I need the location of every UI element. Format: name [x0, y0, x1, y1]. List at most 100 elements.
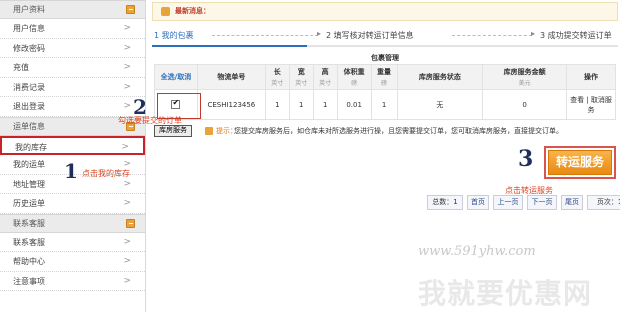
transfer-button-highlight: 转运服务: [544, 146, 616, 179]
sidebar-item-spending-records[interactable]: 消费记录 >: [0, 78, 145, 97]
collapse-icon[interactable]: [126, 218, 135, 228]
pagination: 总数：1 首页 上一页 下一页 尾页 页次：1/1: [427, 195, 620, 212]
sidebar-item-help[interactable]: 帮助中心 >: [0, 252, 145, 272]
watermark-logo: 我就要优惠网: [418, 277, 593, 310]
collapse-icon[interactable]: [126, 5, 135, 14]
chevron-right-icon: >: [123, 62, 131, 72]
sidebar-section-title: 联系客服: [13, 218, 45, 228]
col-header-ops: 操作: [566, 64, 616, 90]
annotation-transfer-text: 点击转运服务: [505, 186, 553, 195]
sidebar-section-title: 用户资料: [13, 5, 45, 14]
sidebar-item-label: 我的库存: [15, 142, 47, 152]
view-link[interactable]: 查看: [570, 96, 584, 104]
pager-next[interactable]: 下一页: [527, 195, 557, 210]
cancel-service-link[interactable]: 取消服务: [588, 96, 612, 114]
hint-icon: [205, 127, 213, 135]
chevron-right-icon: >: [123, 81, 131, 92]
annotation-step-1: 1: [64, 159, 78, 183]
chevron-right-icon: >: [123, 275, 131, 286]
progress-steps: 1 我的包裹 ▸ 2 填写核对转运订单信息 ▸ 3 成功提交转运订单: [152, 29, 618, 44]
step-progress-fill: [152, 45, 307, 47]
sidebar-item-label: 联系客服: [13, 237, 45, 247]
hint-text: 您提交库房服务后，如仓库未对所选服务进行操，且您需要提交订单，您可取消库房服务，…: [234, 127, 563, 135]
sidebar-section-support: 联系客服: [0, 213, 145, 233]
chevron-right-icon: >: [123, 23, 131, 33]
sidebar-item-label: 我的运单: [13, 160, 45, 169]
cell-width: 1: [288, 89, 314, 120]
arrow-right-icon: ▸: [317, 29, 322, 38]
step-2: 2 填写核对转运订单信息: [326, 31, 414, 40]
sidebar-item-logout[interactable]: 退出登录 >: [0, 97, 145, 117]
sidebar-item-label: 用户信息: [13, 24, 45, 33]
col-header-label: 高: [321, 68, 329, 76]
step-3: 3 成功提交转运订单: [540, 31, 612, 40]
select-all-toggle[interactable]: 全选/取消: [154, 64, 198, 90]
sidebar-item-user-info[interactable]: 用户信息 >: [0, 19, 145, 39]
col-header-unit: 英寸: [319, 80, 332, 87]
chevron-right-icon: >: [121, 141, 129, 152]
col-header-label: 库房服务金额: [503, 68, 546, 76]
warehouse-service-button[interactable]: 库房服务: [154, 125, 192, 137]
table-row: CESHI123456 1 1 1 0.01 1 无 0 查看 | 取消服务: [154, 89, 616, 120]
chevron-right-icon: >: [123, 198, 131, 208]
col-header-service-status: 库房服务状态: [396, 64, 484, 90]
sidebar-item-label: 帮助中心: [13, 257, 45, 266]
sidebar-item-history[interactable]: 历史运单 >: [0, 194, 145, 214]
sidebar-section-user: 用户资料: [0, 0, 145, 19]
col-header-length: 长英寸: [264, 64, 290, 90]
col-header-unit: 磅: [351, 80, 358, 87]
package-table: 全选/取消 物流单号 长英寸 宽英寸 高英寸 体积重磅 重量磅 库房服务状态 库…: [154, 64, 616, 120]
table-header-row: 全选/取消 物流单号 长英寸 宽英寸 高英寸 体积重磅 重量磅 库房服务状态 库…: [154, 64, 616, 90]
col-header-label: 长: [273, 68, 281, 76]
notice-icon: [161, 7, 170, 16]
notice-bar: 最新消息：: [152, 2, 618, 21]
pager-pages: 页次：1/1: [587, 195, 620, 210]
step-1: 1 我的包裹: [154, 31, 194, 40]
col-header-tracking: 物流单号: [196, 64, 266, 90]
pager-total: 总数：1: [427, 195, 463, 210]
step-divider: [452, 35, 532, 36]
pager-prev[interactable]: 上一页: [493, 195, 523, 210]
table-title: 包裹管理: [371, 54, 399, 62]
chevron-right-icon: >: [123, 101, 131, 111]
sidebar: 用户资料 用户信息 > 修改密码 > 充值 > 消费记录 > 退出登录 > 运单信息 我的…: [0, 0, 146, 312]
sidebar-item-change-password[interactable]: 修改密码 >: [0, 39, 145, 58]
cell-length: 1: [264, 89, 290, 120]
pager-last[interactable]: 尾页: [561, 195, 583, 210]
sidebar-item-contact[interactable]: 联系客服 >: [0, 233, 145, 252]
cell-height: 1: [312, 89, 338, 120]
sidebar-item-label: 退出登录: [13, 102, 45, 111]
cell-weight: 1: [370, 89, 398, 120]
annotation-step-3: 3: [518, 146, 534, 172]
col-header-volume: 体积重磅: [336, 64, 372, 90]
sidebar-item-recharge[interactable]: 充值 >: [0, 58, 145, 78]
cell-ops: 查看 | 取消服务: [566, 89, 616, 120]
hint-row: 库房服务 提示： 您提交库房服务后，如仓库未对所选服务进行操，且您需要提交订单，…: [154, 124, 616, 138]
cell-service-fee: 0: [482, 89, 568, 120]
transfer-service-button[interactable]: 转运服务: [548, 150, 612, 175]
sidebar-item-label: 注意事项: [13, 276, 45, 286]
annotation-check-text: 勾选要提交的订单: [118, 116, 182, 125]
sidebar-item-label: 修改密码: [13, 43, 45, 53]
cell-service-status: 无: [396, 89, 484, 120]
arrow-right-icon: ▸: [531, 29, 536, 38]
col-header-service-fee: 库房服务金额 美元: [482, 64, 568, 90]
sidebar-item-label: 地址管理: [13, 179, 45, 189]
chevron-right-icon: >: [123, 42, 131, 53]
sidebar-item-label: 消费记录: [13, 82, 45, 92]
col-header-unit: 英寸: [295, 80, 308, 87]
watermark-url: www.591yhw.com: [418, 244, 536, 259]
chevron-right-icon: >: [123, 256, 131, 266]
sidebar-item-notes[interactable]: 注意事项 >: [0, 272, 145, 291]
sidebar-section-title: 运单信息: [13, 121, 45, 131]
step-divider: [212, 35, 318, 36]
col-header-label: 重量: [377, 68, 392, 76]
sidebar-item-my-stock[interactable]: 我的库存 >: [0, 135, 145, 155]
sidebar-item-label: 充值: [13, 63, 29, 72]
col-header-unit: 磅: [381, 80, 388, 87]
chevron-right-icon: >: [123, 236, 131, 247]
cell-tracking: CESHI123456: [196, 89, 266, 120]
col-header-weight: 重量磅: [370, 64, 398, 90]
notice-label: 最新消息：: [175, 7, 210, 15]
pager-first[interactable]: 首页: [467, 195, 489, 210]
